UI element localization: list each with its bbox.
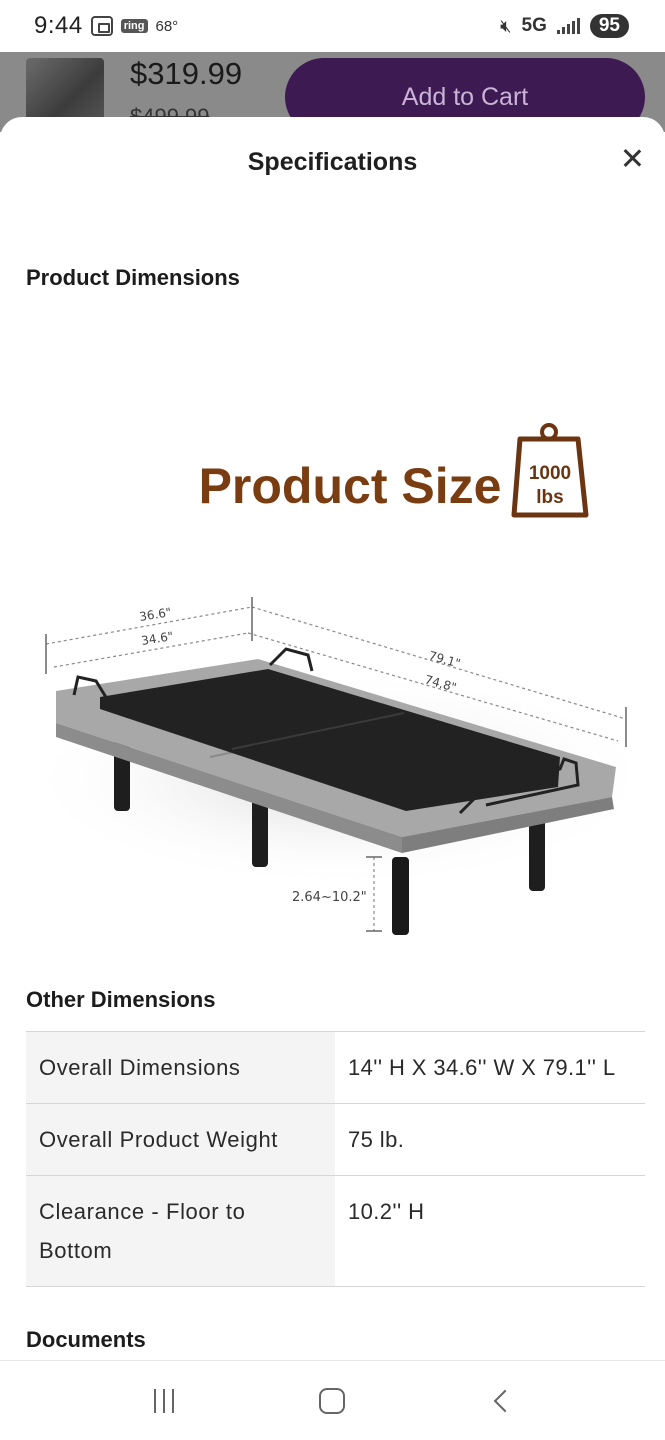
table-row: Clearance - Floor to Bottom 10.2'' H bbox=[26, 1176, 645, 1287]
dimension-value: 14'' H X 34.6'' W X 79.1'' L bbox=[348, 1055, 616, 1080]
system-nav-bar bbox=[0, 1360, 665, 1440]
weight-capacity-unit: lbs bbox=[536, 487, 563, 508]
other-dimensions-table: Overall Dimensions 14'' H X 34.6'' W X 7… bbox=[26, 1031, 645, 1287]
battery-indicator: 95 bbox=[589, 14, 629, 38]
close-button[interactable] bbox=[621, 147, 643, 169]
recents-icon bbox=[154, 1388, 175, 1413]
sheet-header: Specifications bbox=[0, 117, 665, 209]
weight-icon: 1000 lbs bbox=[511, 423, 589, 518]
documents-heading: Documents bbox=[26, 1327, 146, 1352]
signal-icon bbox=[556, 18, 580, 34]
screenshot-icon bbox=[90, 16, 113, 36]
sheet-title: Specifications bbox=[247, 147, 418, 176]
status-bar: 9:44 ring 68° 🔇︎ 5G 95 bbox=[0, 0, 665, 52]
temperature: 68° bbox=[155, 17, 179, 35]
width-outer-label: 36.6" bbox=[138, 605, 172, 624]
dimension-key: Overall Dimensions bbox=[26, 1032, 335, 1103]
weight-capacity-number: 1000 bbox=[529, 463, 571, 484]
table-row: Overall Dimensions 14'' H X 34.6'' W X 7… bbox=[26, 1032, 645, 1104]
product-size-image: Product Size 1000 lbs 36.6" 34.6" 79.1" bbox=[20, 423, 660, 935]
product-dimensions-heading: Product Dimensions bbox=[26, 265, 240, 290]
home-icon bbox=[319, 1387, 346, 1414]
back-button[interactable] bbox=[471, 1376, 531, 1426]
ring-icon: ring bbox=[120, 19, 148, 33]
other-dimensions-heading: Other Dimensions bbox=[26, 987, 216, 1012]
recents-button[interactable] bbox=[134, 1376, 194, 1426]
height-range-label: 2.64~10.2" bbox=[292, 890, 367, 905]
specifications-sheet: Specifications Product Dimensions Produc… bbox=[0, 117, 665, 1360]
length-outer-label: 79.1" bbox=[427, 648, 462, 670]
mute-icon: 🔇︎ bbox=[500, 15, 512, 36]
back-icon bbox=[493, 1389, 517, 1412]
dimension-value: 10.2'' H bbox=[348, 1199, 425, 1224]
dimension-key: Clearance - Floor to Bottom bbox=[26, 1176, 335, 1286]
table-row: Overall Product Weight 75 lb. bbox=[26, 1104, 645, 1176]
dimension-key: Overall Product Weight bbox=[26, 1104, 335, 1175]
product-price: $319.99 bbox=[130, 56, 243, 91]
home-button[interactable] bbox=[302, 1376, 362, 1426]
width-inner-label: 34.6" bbox=[140, 629, 174, 648]
dimension-value: 75 lb. bbox=[348, 1127, 405, 1152]
image-heading: Product Size bbox=[199, 458, 502, 514]
product-thumbnail bbox=[26, 58, 104, 124]
network-type: 5G bbox=[521, 15, 547, 36]
status-time: 9:44 bbox=[34, 12, 83, 39]
